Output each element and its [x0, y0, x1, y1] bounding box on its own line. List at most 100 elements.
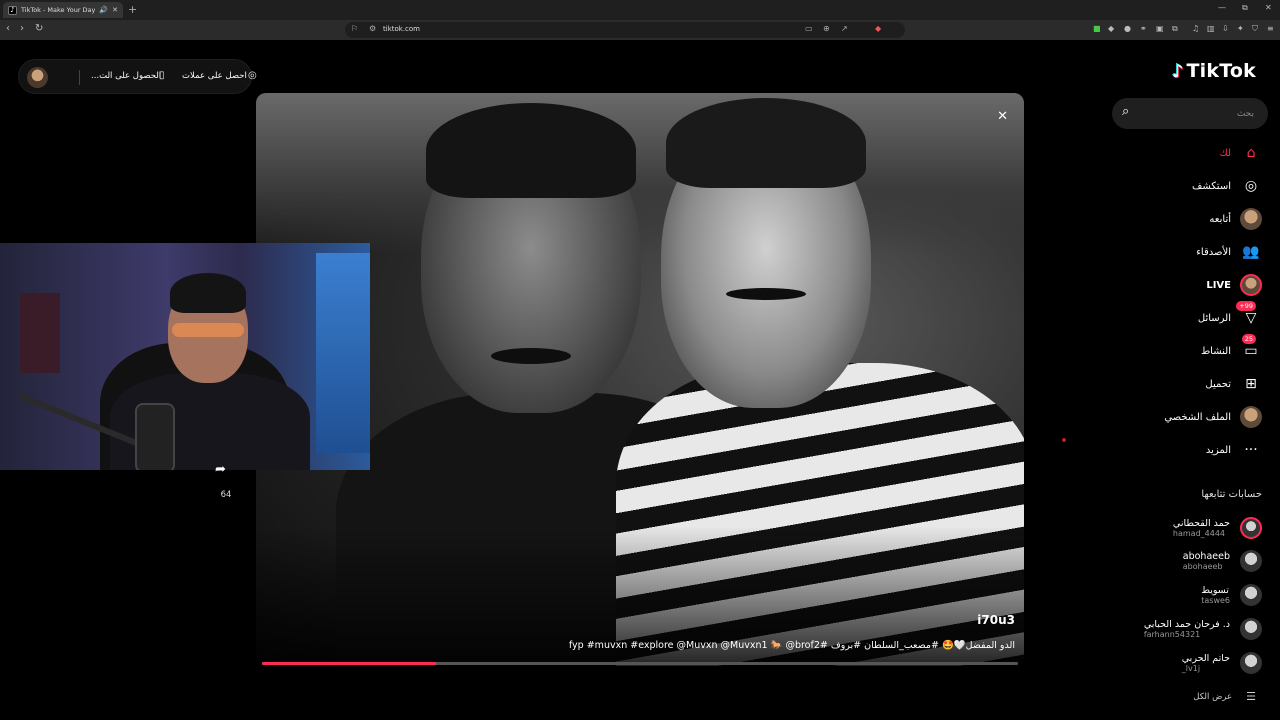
share-icon[interactable]: ➦	[215, 462, 226, 477]
video-detail	[491, 348, 571, 364]
webcam-shelf	[316, 253, 370, 453]
video-player[interactable]: ✕ i70u3 الدو المفضل🤍🤩 #مصعب_السلطان #برو…	[256, 93, 1024, 666]
tab-audio-icon[interactable]: 🔊	[99, 6, 108, 14]
nav-for-you[interactable]: ⌂ لك	[1220, 142, 1262, 164]
bookmark-icon[interactable]: ⚐	[351, 24, 358, 33]
search-input[interactable]	[1142, 105, 1254, 122]
browser-tab[interactable]: ♪ TikTok - Make Your Day 🔊 ✕	[3, 2, 123, 18]
pill-divider	[79, 70, 80, 85]
nav-label: LIVE	[1206, 279, 1231, 291]
messages-badge: +99	[1236, 301, 1256, 311]
nav-label: الأصدقاء	[1196, 246, 1231, 258]
browser-tab-bar: ♪ TikTok - Make Your Day 🔊 ✕ + — ⧉ ✕	[0, 0, 1280, 20]
wallet-icon[interactable]: ✦	[1237, 24, 1244, 33]
tab-close-icon[interactable]: ✕	[112, 6, 118, 14]
video-progress-bar[interactable]	[262, 662, 1018, 665]
webcam-wall-poster	[20, 293, 60, 373]
account-avatar	[1240, 618, 1262, 640]
tiktok-logo[interactable]: ♪ TikTok	[1172, 60, 1256, 82]
nav-label: أتابعه	[1209, 213, 1231, 225]
back-button[interactable]: ‹	[6, 23, 10, 34]
tiktok-note-icon: ♪	[1172, 60, 1184, 82]
share-page-icon[interactable]: ↗	[841, 24, 848, 33]
nav-following[interactable]: أتابعه	[1209, 208, 1262, 230]
nav-label: النشاط	[1200, 345, 1231, 357]
maximize-button[interactable]: ⧉	[1242, 3, 1248, 13]
account-avatar	[1240, 517, 1262, 539]
extension-icon[interactable]: ▣	[1156, 24, 1164, 33]
nav-profile[interactable]: الملف الشخصي	[1164, 406, 1262, 428]
nav-more[interactable]: ··· المزيد	[1206, 439, 1262, 461]
zoom-icon[interactable]: ⊕	[823, 24, 830, 33]
extension-icon[interactable]: ⚭	[1140, 24, 1147, 33]
following-account[interactable]: حاتم الحربي _lv1j	[1182, 648, 1262, 678]
activity-icon: ▭ 25	[1240, 334, 1262, 362]
extension-icon[interactable]: ●	[1124, 24, 1131, 33]
see-all-label: عرض الكل	[1193, 691, 1233, 702]
account-avatar	[1240, 652, 1262, 674]
following-account[interactable]: د. فرحان حمد الحبابي farhann54321	[1144, 614, 1262, 644]
nav-label: المزيد	[1205, 444, 1231, 456]
messages-icon: ▽ +99	[1236, 301, 1262, 329]
webcam-person-hair	[170, 273, 246, 313]
user-avatar[interactable]	[27, 67, 48, 88]
reader-icon[interactable]: ▭	[805, 24, 813, 33]
extension-icon[interactable]: ⧉	[1172, 24, 1178, 34]
video-person-left-hair	[426, 103, 636, 198]
close-video-icon[interactable]: ✕	[997, 109, 1008, 124]
new-tab-button[interactable]: +	[128, 3, 137, 17]
webcam-overlay	[0, 243, 370, 470]
phone-icon: ▯	[159, 70, 165, 81]
forward-button[interactable]: ›	[20, 23, 24, 34]
account-name: حاتم الحربي	[1181, 653, 1230, 664]
search-icon[interactable]: ⌕	[1122, 104, 1129, 119]
nav-friends[interactable]: 👥 الأصدقاء	[1196, 241, 1262, 263]
following-accounts-title: حسابات تتابعها	[1201, 489, 1262, 500]
account-avatar	[1240, 550, 1262, 572]
nav-messages[interactable]: ▽ +99 الرسائل	[1198, 301, 1262, 329]
following-account[interactable]: abohaeeb abohaeeb	[1183, 546, 1262, 576]
extension-icon[interactable]: ◆	[1108, 24, 1114, 33]
minimize-button[interactable]: —	[1218, 3, 1226, 12]
tab-title: TikTok - Make Your Day	[21, 6, 96, 14]
address-bar[interactable]: ⚐ ⚙ tiktok.com ▭ ⊕ ↗ ◆	[345, 22, 905, 38]
nav-explore[interactable]: ◎ استكشف	[1192, 175, 1262, 197]
brave-shield-icon[interactable]: ◆	[875, 24, 881, 33]
reload-button[interactable]: ↻	[35, 23, 43, 34]
nav-activity[interactable]: ▭ 25 النشاط	[1200, 334, 1262, 362]
downloads-icon[interactable]: ⇩	[1222, 24, 1229, 33]
sidebar-toggle-icon[interactable]: ▥	[1207, 24, 1215, 33]
video-detail	[726, 288, 806, 300]
nav-upload[interactable]: ⊞ تحميل	[1205, 373, 1262, 395]
shield-icon[interactable]: ⛉	[1252, 24, 1258, 34]
get-coins-link[interactable]: احصل على عملات	[182, 71, 247, 81]
account-username: taswe6	[1201, 596, 1230, 605]
video-author[interactable]: i70u3	[977, 613, 1015, 627]
menu-icon[interactable]: ≡	[1267, 24, 1274, 33]
see-all-button[interactable]: ☰ عرض الكل	[1193, 690, 1256, 703]
video-caption[interactable]: الدو المفضل🤍🤩 #مصعب_السلطان #بروف #fyp #…	[569, 640, 1015, 651]
video-progress-fill	[262, 662, 436, 665]
top-action-pill: الحصول على الت... ▯ احصل على عملات ◎	[18, 59, 257, 94]
nav-live[interactable]: LIVE	[1206, 274, 1262, 296]
address-url: tiktok.com	[383, 25, 420, 33]
account-username: hamad_4444	[1172, 529, 1226, 538]
following-account[interactable]: تسويط taswe6	[1201, 580, 1262, 610]
nav-label: استكشف	[1192, 180, 1231, 192]
media-icon[interactable]: ♫	[1192, 24, 1199, 33]
home-icon: ⌂	[1246, 145, 1256, 161]
profile-avatar-icon	[1240, 406, 1262, 428]
extension-icon[interactable]: ■	[1093, 24, 1101, 33]
following-account[interactable]: حمد القحطاني hamad_4444	[1173, 513, 1262, 543]
stray-dot	[1062, 438, 1066, 442]
activity-badge: 25	[1241, 334, 1256, 344]
close-window-button[interactable]: ✕	[1265, 3, 1272, 12]
site-info-icon[interactable]: ⚙	[369, 24, 376, 33]
video-person-right-hair	[666, 98, 866, 188]
account-name: abohaeeb	[1182, 551, 1230, 562]
get-app-link[interactable]: الحصول على الت...	[91, 71, 161, 81]
coin-icon: ◎	[248, 70, 257, 81]
video-background	[256, 93, 1024, 253]
account-username: abohaeeb	[1182, 562, 1223, 571]
nav-label: الملف الشخصي	[1164, 411, 1231, 423]
